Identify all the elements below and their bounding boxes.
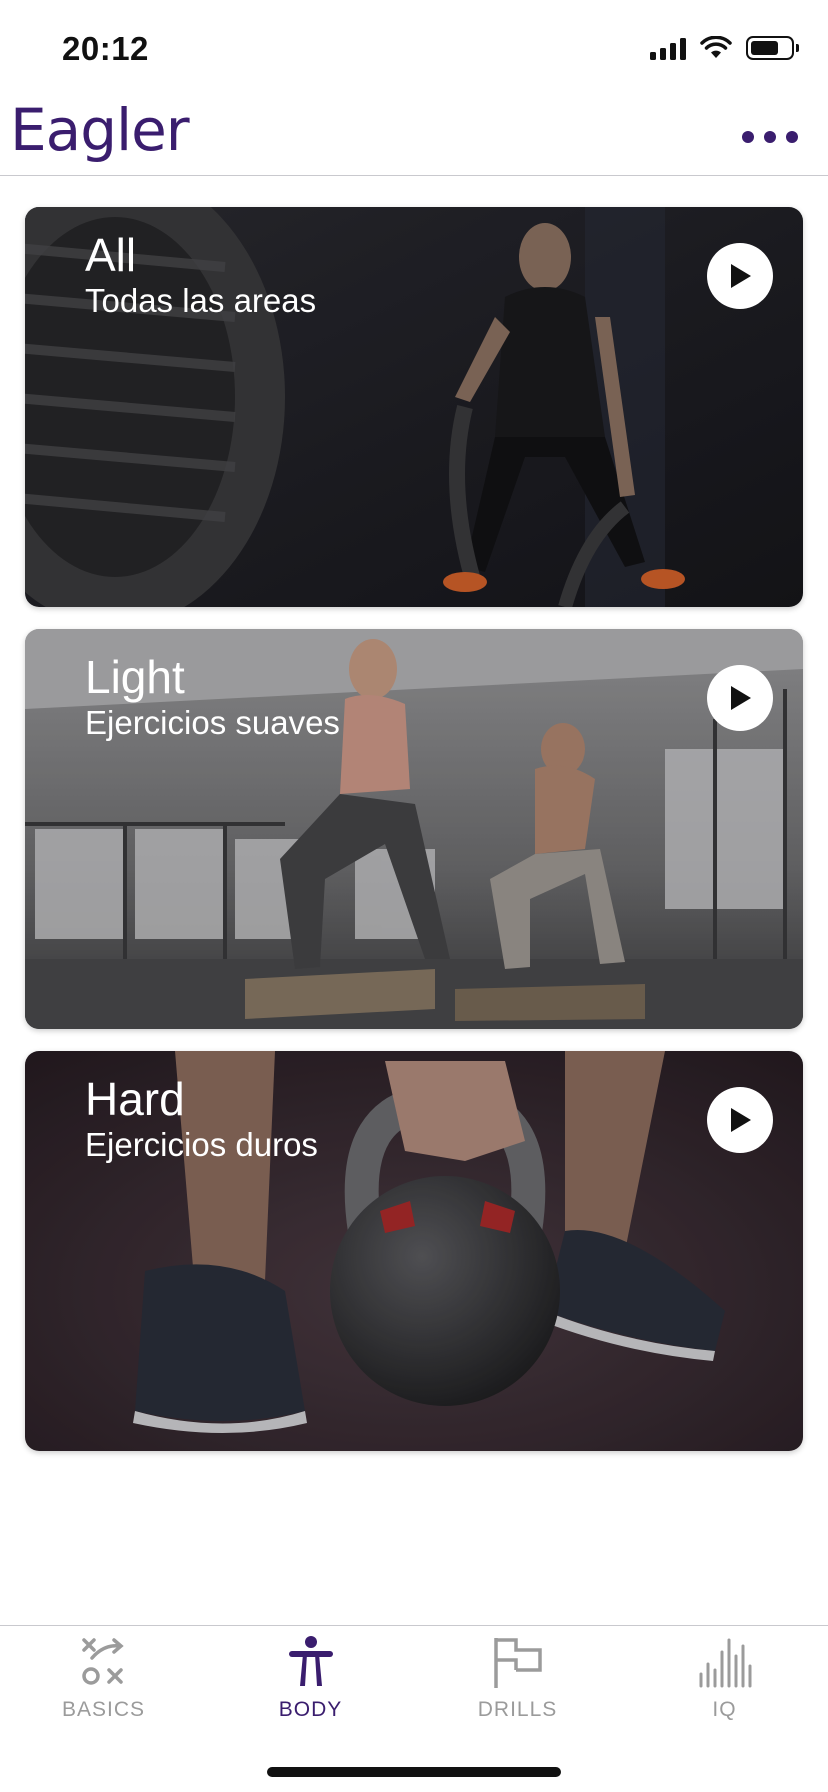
app-header: Eagler xyxy=(0,96,828,176)
cellular-signal-icon xyxy=(650,36,686,60)
card-subtitle: Ejercicios duros xyxy=(85,1125,318,1163)
status-icons xyxy=(650,36,799,60)
dot xyxy=(786,131,798,143)
play-icon xyxy=(731,1108,751,1132)
play-icon xyxy=(731,686,751,710)
tab-label: IQ xyxy=(712,1698,737,1721)
tab-drills[interactable]: DRILLS xyxy=(414,1626,621,1745)
status-time: 20:12 xyxy=(62,30,149,67)
app-logo: Eagler xyxy=(10,96,190,164)
play-button[interactable] xyxy=(707,1087,773,1153)
flag-icon xyxy=(493,1638,542,1688)
card-subtitle: Ejercicios suaves xyxy=(85,703,340,741)
battery-icon xyxy=(746,36,799,60)
tab-label: BASICS xyxy=(61,1698,146,1721)
tab-label: DRILLS xyxy=(477,1698,558,1721)
tab-basics[interactable]: BASICS xyxy=(0,1626,207,1745)
wifi-icon xyxy=(700,36,732,58)
home-indicator xyxy=(267,1767,561,1777)
body-icon xyxy=(288,1636,333,1686)
card-title: Hard xyxy=(85,1073,185,1125)
workout-card-hard[interactable]: Hard Ejercicios duros xyxy=(25,1051,803,1451)
dot xyxy=(764,131,776,143)
workout-card-all[interactable]: All Todas las areas xyxy=(25,207,803,607)
bottom-tab-bar: BASICS BODY DRILLS IQ xyxy=(0,1625,828,1745)
tactics-icon xyxy=(81,1638,124,1685)
tab-body[interactable]: BODY xyxy=(207,1626,414,1745)
card-subtitle: Todas las areas xyxy=(85,281,317,319)
card-text: Light Ejercicios suaves xyxy=(85,651,340,742)
workout-card-list: All Todas las areas Light Ejercicios sua… xyxy=(25,207,803,1473)
status-bar: 20:12 xyxy=(0,0,828,100)
tab-iq[interactable]: IQ xyxy=(621,1626,828,1745)
tab-label: BODY xyxy=(278,1698,343,1721)
play-button[interactable] xyxy=(707,665,773,731)
play-icon xyxy=(731,264,751,288)
card-title: All xyxy=(85,229,137,281)
card-text: All Todas las areas xyxy=(85,229,316,320)
play-button[interactable] xyxy=(707,243,773,309)
dot xyxy=(742,131,754,143)
card-title: Light xyxy=(85,651,185,703)
card-text: Hard Ejercicios duros xyxy=(85,1073,318,1164)
more-options-button[interactable] xyxy=(742,122,798,152)
workout-card-light[interactable]: Light Ejercicios suaves xyxy=(25,629,803,1029)
bars-icon xyxy=(699,1638,751,1688)
